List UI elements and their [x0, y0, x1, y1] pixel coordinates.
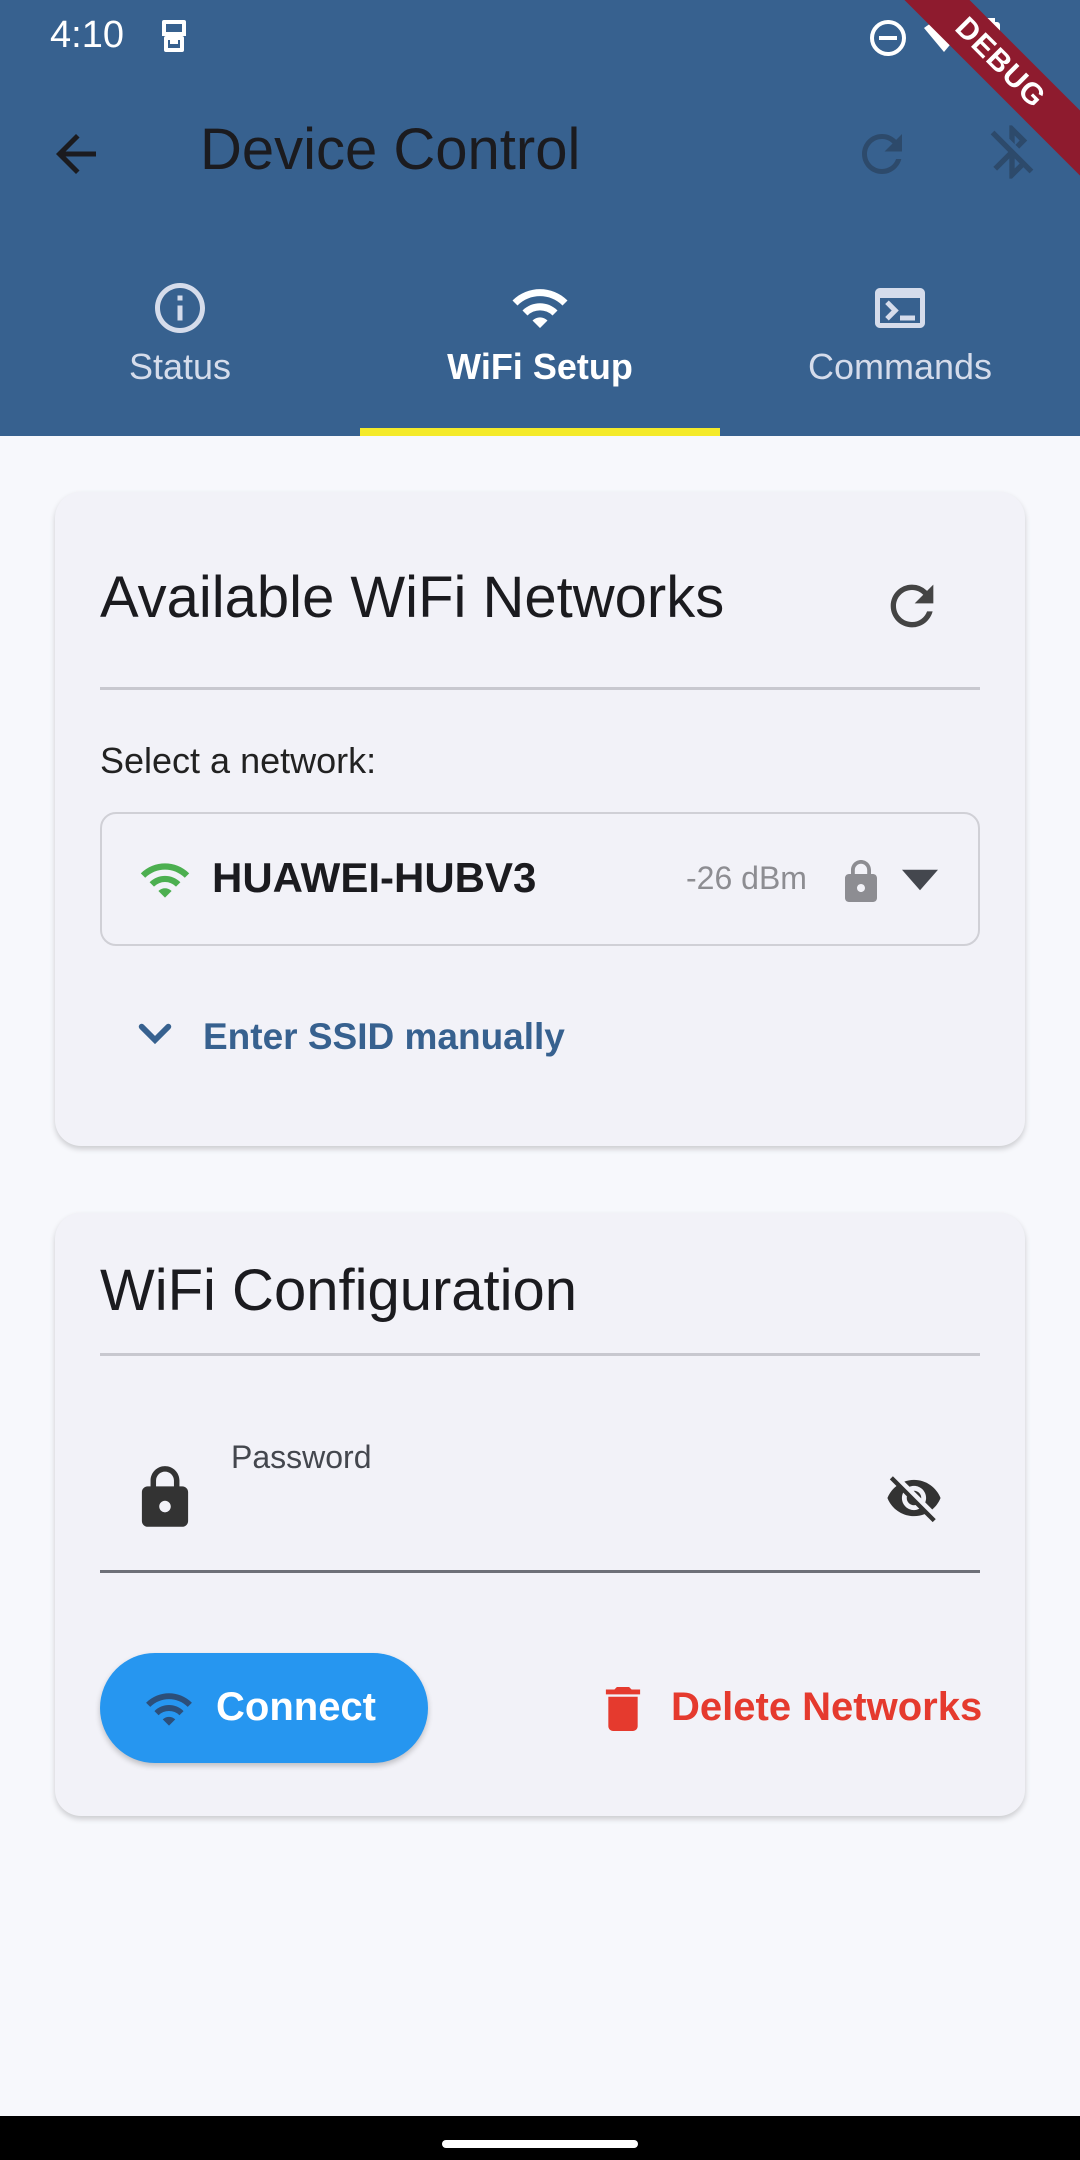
refresh-networks-icon[interactable]: [880, 574, 944, 638]
enter-ssid-manually-label: Enter SSID manually: [203, 1016, 565, 1057]
page-title: Device Control: [200, 117, 581, 182]
wifi-icon: [146, 1693, 192, 1726]
password-lock-icon: [141, 1466, 189, 1527]
notification-app-icon: [162, 20, 186, 52]
tab-bar: Status WiFi Setup Commands: [0, 266, 1080, 436]
card-title: WiFi Configuration: [100, 1258, 578, 1323]
wifi-signal-icon: [140, 863, 190, 898]
bluetooth-disabled-icon[interactable]: [980, 120, 1044, 184]
gesture-handle[interactable]: [442, 2140, 638, 2148]
chevron-down-icon: [138, 1023, 172, 1045]
tab-wifi-setup[interactable]: WiFi Setup: [360, 266, 720, 436]
tab-label: WiFi Setup: [447, 346, 633, 387]
tab-indicator: [360, 428, 720, 436]
header: 4:10 DEBUG Device Control Status WiFi Se…: [0, 0, 1080, 436]
password-label: Password: [231, 1439, 372, 1475]
connect-label: Connect: [216, 1685, 376, 1729]
divider: [100, 1353, 980, 1356]
visibility-off-icon[interactable]: [881, 1469, 947, 1527]
back-arrow-icon[interactable]: [46, 124, 106, 184]
terminal-icon: [875, 288, 925, 328]
card-title: Available WiFi Networks: [100, 565, 725, 630]
wifi-icon: [512, 289, 568, 328]
delete-networks-label: Delete Networks: [671, 1685, 983, 1729]
lock-icon: [845, 860, 877, 902]
tab-label: Status: [128, 346, 232, 387]
password-input[interactable]: [231, 1483, 851, 1553]
do-not-disturb-icon: [870, 20, 906, 56]
divider: [100, 687, 980, 690]
select-network-label: Select a network:: [100, 740, 377, 781]
trash-icon: [605, 1687, 641, 1731]
app-bar: Device Control: [0, 76, 1080, 226]
status-time: 4:10: [50, 14, 124, 56]
delete-networks-button[interactable]: Delete Networks: [575, 1653, 995, 1763]
signal-strength: -26 dBm: [686, 860, 807, 896]
wifi-configuration-card: WiFi Configuration Password Connect Dele…: [55, 1213, 1025, 1816]
network-dropdown[interactable]: HUAWEI-HUBV3 -26 dBm: [100, 812, 980, 946]
tab-commands[interactable]: Commands: [720, 266, 1080, 436]
password-underline: [100, 1570, 980, 1573]
connect-button[interactable]: Connect: [100, 1653, 428, 1763]
tab-label: Commands: [807, 346, 993, 387]
info-icon: [155, 283, 205, 333]
refresh-icon[interactable]: [852, 124, 912, 184]
available-networks-card: Available WiFi Networks Select a network…: [55, 492, 1025, 1146]
tab-status[interactable]: Status: [0, 266, 360, 436]
selected-ssid: HUAWEI-HUBV3: [212, 854, 537, 901]
dropdown-arrow-icon: [902, 869, 938, 891]
system-nav-bar: [0, 2116, 1080, 2160]
